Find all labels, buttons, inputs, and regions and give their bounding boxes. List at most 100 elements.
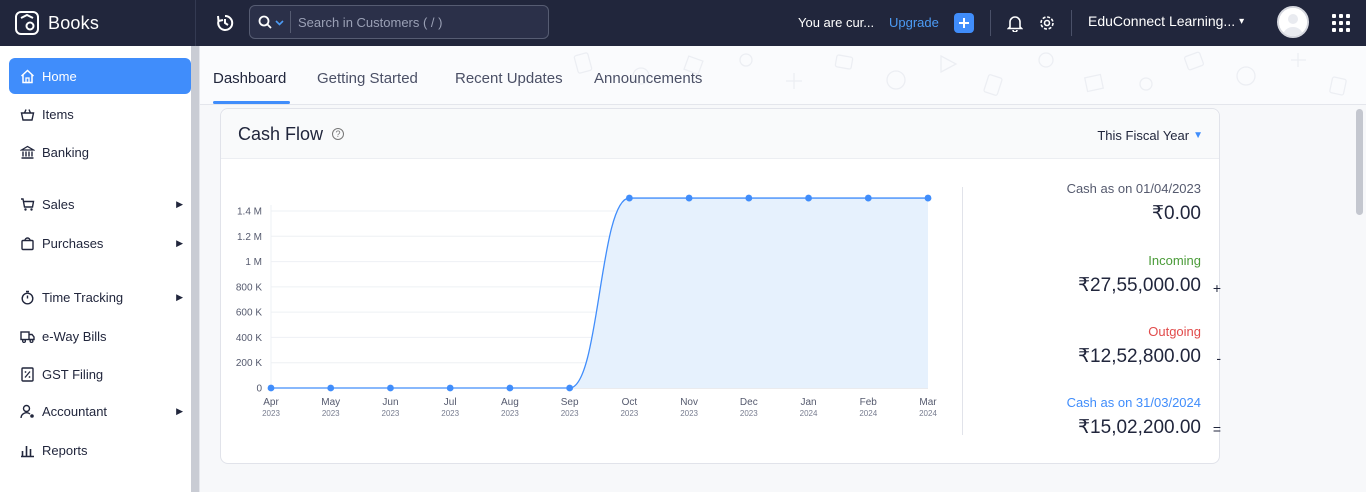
bar-chart-icon xyxy=(19,442,35,458)
sidebar-item-label: Home xyxy=(42,68,77,84)
cash-flow-title: Cash Flow xyxy=(238,124,324,144)
bell-icon xyxy=(1007,16,1023,32)
x-tick-label: Apr xyxy=(263,397,279,408)
grid-dot-icon xyxy=(1346,21,1350,25)
sidebar-item-label: Sales xyxy=(42,196,75,212)
closing-balance-label[interactable]: Cash as on 31/03/2024 xyxy=(1067,395,1201,410)
caret-right-icon: ▶ xyxy=(176,238,183,248)
grid-dot-icon xyxy=(1346,28,1350,32)
outgoing-total: Outgoing ₹12,52,800.00 xyxy=(1078,324,1201,368)
y-tick-label: 0 xyxy=(256,384,262,395)
quick-create-button[interactable] xyxy=(954,13,974,33)
plus-operator: + xyxy=(1212,280,1221,296)
chevron-down-icon: ▼ xyxy=(1193,130,1203,141)
x-tick-year-label: 2023 xyxy=(322,409,340,418)
chevron-down-icon: ▾ xyxy=(1239,15,1245,27)
sidebar-item-label: Purchases xyxy=(42,235,104,251)
user-avatar[interactable] xyxy=(1277,6,1309,38)
x-tick-year-label: 2023 xyxy=(680,409,698,418)
incoming-value: ₹27,55,000.00 xyxy=(1077,275,1201,296)
x-tick-year-label: 2023 xyxy=(441,409,459,418)
equals-operator: = xyxy=(1212,421,1221,437)
summary-divider xyxy=(962,187,963,435)
search-icon xyxy=(258,15,272,29)
grid-dot-icon xyxy=(1339,14,1343,18)
brand-logo[interactable]: Books xyxy=(14,9,99,37)
grid-dot-icon xyxy=(1332,14,1336,18)
sidebar-item-home[interactable]: Home xyxy=(9,58,191,94)
history-icon xyxy=(217,14,234,31)
settings-button[interactable] xyxy=(1037,12,1057,34)
sidebar-item-label: GST Filing xyxy=(42,366,104,382)
y-tick-label: 200 K xyxy=(236,358,262,369)
basket-icon xyxy=(19,106,35,122)
help-icon[interactable]: ? xyxy=(332,128,344,140)
x-tick-label: Nov xyxy=(680,397,698,408)
period-dropdown[interactable]: This Fiscal Year ▼ xyxy=(1097,128,1203,143)
tab-recent-updates[interactable]: Recent Updates xyxy=(455,70,563,87)
search-scope-selector[interactable] xyxy=(250,11,291,33)
opening-balance: Cash as on 01/04/2023 ₹0.00 xyxy=(1067,181,1201,225)
plus-icon xyxy=(959,18,969,28)
x-tick-year-label: 2024 xyxy=(800,409,818,418)
brand-name: Books xyxy=(48,12,100,33)
outgoing-label: Outgoing xyxy=(1148,324,1201,339)
notifications-button[interactable] xyxy=(1005,12,1025,34)
sidebar-item-eway-bills[interactable]: e-Way Bills xyxy=(9,318,191,354)
grid-dot-icon xyxy=(1332,21,1336,25)
sidebar-item-purchases[interactable]: Purchases ▶ xyxy=(9,225,191,261)
x-tick-year-label: 2023 xyxy=(620,409,638,418)
search-input[interactable] xyxy=(291,14,531,30)
x-tick-year-label: 2023 xyxy=(262,409,280,418)
opening-balance-value: ₹0.00 xyxy=(1151,203,1201,224)
x-tick-label: Feb xyxy=(860,397,878,408)
sidebar-item-gst-filing[interactable]: GST Filing xyxy=(9,356,191,392)
grid-dot-icon xyxy=(1339,28,1343,32)
cash-flow-chart-svg: 0200 K400 K600 K800 K1 M1.2 M1.4 MApr202… xyxy=(236,194,937,418)
tab-dashboard[interactable]: Dashboard xyxy=(213,70,286,87)
data-point xyxy=(685,194,693,202)
topbar-separator xyxy=(1071,10,1072,36)
recent-history-button[interactable] xyxy=(213,11,237,35)
caret-right-icon: ▶ xyxy=(176,406,183,416)
incoming-total: Incoming ₹27,55,000.00 xyxy=(1078,253,1201,297)
tab-getting-started[interactable]: Getting Started xyxy=(317,70,418,87)
main-scrollbar[interactable] xyxy=(1356,109,1363,215)
cash-flow-area xyxy=(569,198,928,388)
x-tick-year-label: 2023 xyxy=(740,409,758,418)
gear-icon xyxy=(1040,16,1054,30)
x-tick-label: Mar xyxy=(919,397,937,408)
data-point xyxy=(625,194,633,202)
x-tick-year-label: 2024 xyxy=(859,409,877,418)
minus-operator: - xyxy=(1216,350,1221,366)
x-tick-label: Jan xyxy=(800,397,816,408)
search-box xyxy=(249,5,549,39)
sidebar-scrollbar[interactable] xyxy=(191,46,199,492)
sidebar: Home Items Banking Sales ▶ Purchases ▶ T… xyxy=(0,46,200,492)
sidebar-item-label: Time Tracking xyxy=(42,289,124,305)
y-tick-label: 1 M xyxy=(245,257,262,268)
y-tick-label: 1.2 M xyxy=(237,232,262,243)
percent-icon xyxy=(19,366,35,382)
dashboard-tabs: Dashboard Getting Started Recent Updates… xyxy=(200,46,1366,105)
sidebar-item-label: e-Way Bills xyxy=(42,328,107,344)
x-tick-label: May xyxy=(321,397,340,408)
cart-icon xyxy=(19,196,35,212)
accountant-icon xyxy=(19,403,35,419)
sidebar-item-banking[interactable]: Banking xyxy=(9,134,191,170)
sidebar-item-sales[interactable]: Sales ▶ xyxy=(9,186,191,222)
period-label: This Fiscal Year xyxy=(1097,128,1190,143)
data-point xyxy=(506,384,514,392)
sidebar-item-accountant[interactable]: Accountant ▶ xyxy=(9,393,191,429)
sidebar-item-time-tracking[interactable]: Time Tracking ▶ xyxy=(9,279,191,315)
sidebar-item-reports[interactable]: Reports xyxy=(9,432,191,468)
tab-announcements[interactable]: Announcements xyxy=(594,70,702,87)
x-tick-year-label: 2023 xyxy=(501,409,519,418)
x-tick-year-label: 2023 xyxy=(382,409,400,418)
organization-switcher[interactable]: EduConnect Learning... ▾ xyxy=(1088,13,1244,29)
app-launcher-button[interactable] xyxy=(1332,14,1350,32)
caret-right-icon: ▶ xyxy=(176,199,183,209)
sidebar-item-items[interactable]: Items xyxy=(9,96,191,132)
upgrade-link[interactable]: Upgrade xyxy=(889,15,939,30)
topbar-separator xyxy=(990,10,991,36)
